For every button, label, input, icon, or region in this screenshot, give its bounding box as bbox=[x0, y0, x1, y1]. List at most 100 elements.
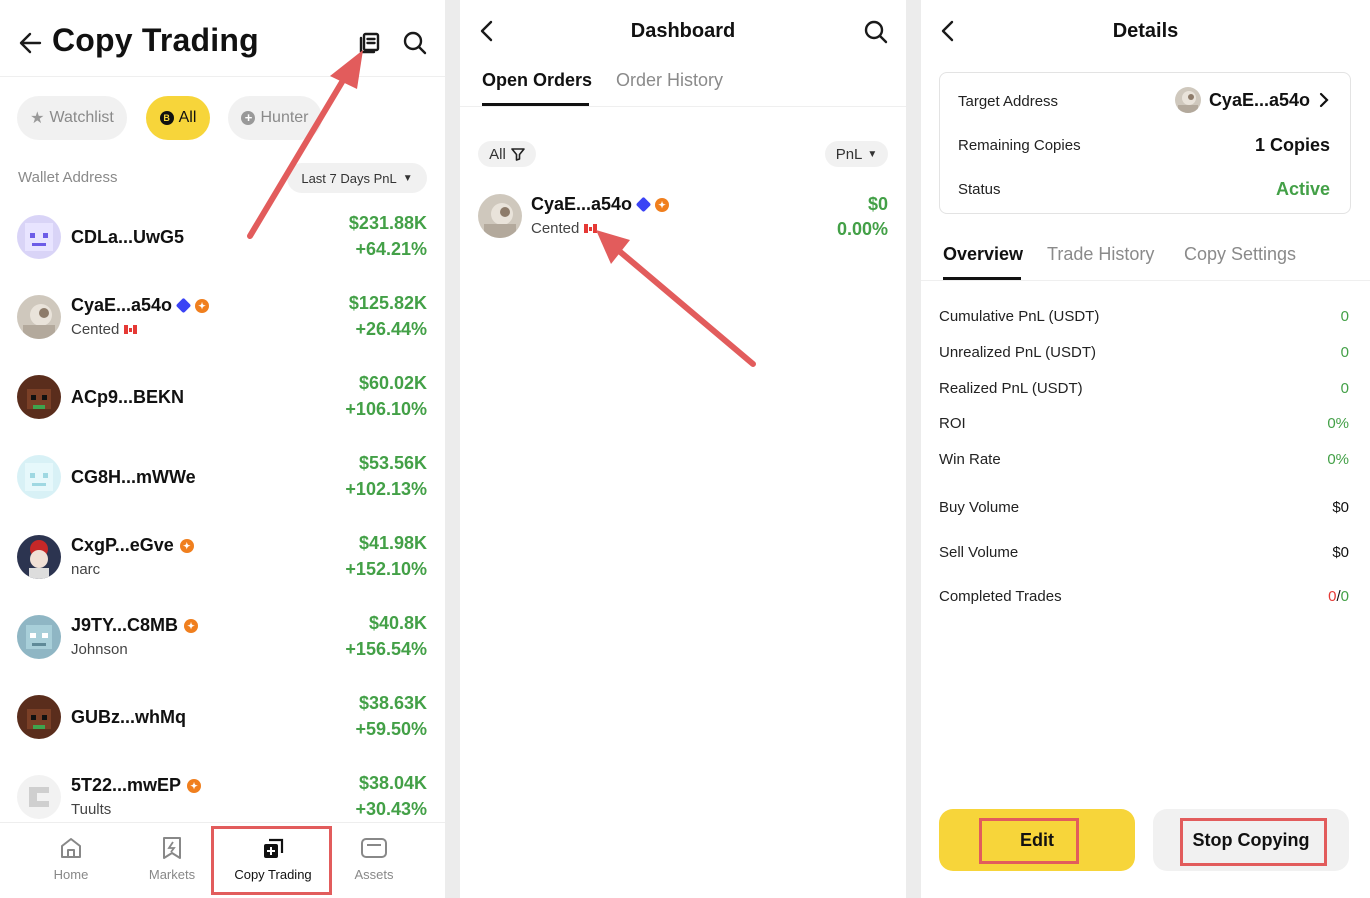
avatar bbox=[1174, 87, 1201, 113]
wallet-row[interactable]: CG8H...mWWe $53.56K +102.13% bbox=[0, 438, 445, 518]
sort-dropdown[interactable]: Last 7 Days PnL ▼ bbox=[287, 163, 427, 193]
filter-all[interactable]: B All bbox=[146, 96, 210, 140]
chevron-right-icon bbox=[1319, 92, 1329, 108]
home-icon bbox=[61, 838, 81, 858]
filter-all-button[interactable]: All bbox=[478, 141, 536, 167]
wallet-pnl-percent: +59.50% bbox=[355, 719, 427, 739]
wallet-row[interactable]: CxgP...eGve ✦ narc $41.98K +152.10% bbox=[0, 518, 445, 598]
wallet-pnl: $38.63K bbox=[358, 693, 427, 713]
wallet-pnl-percent: +106.10% bbox=[345, 399, 427, 419]
wallet-pnl: $125.82K bbox=[348, 293, 427, 313]
wallet-pnl-percent: +30.43% bbox=[355, 799, 427, 819]
tab-copy-settings[interactable]: Copy Settings bbox=[1184, 244, 1296, 265]
nav-markets[interactable]: Markets bbox=[122, 823, 222, 898]
bottom-nav: Home Markets Copy Trading Assets bbox=[0, 822, 445, 898]
wallet-row[interactable]: J9TY...C8MB ✦ Johnson $40.8K +156.54% bbox=[0, 598, 445, 678]
avatar bbox=[17, 615, 61, 659]
tab-trade-history[interactable]: Trade History bbox=[1047, 244, 1154, 265]
copy-trading-icon bbox=[264, 838, 284, 858]
annotation-arrow bbox=[596, 230, 756, 367]
wallet-pnl: $60.02K bbox=[358, 373, 427, 393]
nav-assets[interactable]: Assets bbox=[324, 823, 424, 898]
cumulative-pnl-value: 0 bbox=[1340, 308, 1349, 325]
unrealized-pnl-label: Unrealized PnL (USDT) bbox=[939, 344, 1096, 361]
realized-pnl-value: 0 bbox=[1340, 380, 1349, 397]
status-label: Status bbox=[958, 181, 1001, 198]
dashboard-panel: Dashboard Open Orders Order History All … bbox=[460, 0, 906, 898]
divider bbox=[921, 280, 1370, 281]
tab-open-orders[interactable]: Open Orders bbox=[482, 70, 592, 91]
tab-order-history[interactable]: Order History bbox=[616, 70, 723, 91]
remaining-copies-label: Remaining Copies bbox=[958, 137, 1081, 154]
wallet-pnl-percent: +156.54% bbox=[345, 639, 427, 659]
stop-copying-button[interactable]: Stop Copying bbox=[1153, 809, 1349, 871]
divider bbox=[460, 106, 906, 107]
sell-volume-value: $0 bbox=[1332, 544, 1349, 561]
wallet-name: ACp9...BEKN bbox=[71, 387, 185, 407]
filter-hunter[interactable]: + Hunter bbox=[228, 96, 322, 140]
coin-icon: B bbox=[159, 111, 174, 125]
star-icon: ★ bbox=[30, 110, 45, 127]
realized-pnl-label: Realized PnL (USDT) bbox=[939, 380, 1083, 397]
wallet-row[interactable]: ACp9...BEKN $60.02K +106.10% bbox=[0, 358, 445, 438]
wallet-sub: Cented bbox=[71, 321, 138, 338]
avatar bbox=[17, 455, 61, 499]
wallet-row[interactable]: CyaE...a54o ✦ Cented $125.82K +26.44% bbox=[0, 278, 445, 358]
wallet-sub: Johnson bbox=[71, 641, 128, 658]
back-arrow-icon[interactable] bbox=[18, 30, 44, 56]
avatar bbox=[17, 215, 61, 259]
edit-button[interactable]: Edit bbox=[939, 809, 1135, 871]
page-title: Details bbox=[1112, 20, 1179, 42]
completed-trades-value: 0/0 bbox=[1328, 588, 1349, 605]
order-wallet-name: CyaE...a54o ✦ bbox=[531, 194, 670, 215]
avatar bbox=[17, 535, 61, 579]
wallet-name: CG8H...mWWe bbox=[71, 467, 196, 487]
copy-trading-panel: Copy Trading ★ Watchlist B All + Hunter … bbox=[0, 0, 445, 898]
completed-trades-label: Completed Trades bbox=[939, 588, 1062, 605]
order-wallet-sub: Cented bbox=[531, 220, 598, 237]
verified-diamond-icon bbox=[635, 196, 652, 213]
status-badge: Active bbox=[1275, 179, 1330, 199]
search-icon[interactable] bbox=[863, 19, 889, 45]
wallet-name: CxgP...eGve ✦ bbox=[71, 535, 194, 556]
search-icon[interactable] bbox=[402, 30, 428, 56]
canada-flag-icon bbox=[124, 325, 138, 334]
kol-badge-icon: ✦ bbox=[187, 778, 202, 793]
filter-icon bbox=[511, 148, 525, 161]
wallet-name: 5T22...mwEP ✦ bbox=[71, 775, 202, 796]
wallet-row[interactable]: CDLa...UwG5 $231.88K +64.21% bbox=[0, 198, 445, 278]
wallet-name: J9TY...C8MB ✦ bbox=[71, 615, 199, 636]
sort-pnl-dropdown[interactable]: PnL ▼ bbox=[825, 141, 888, 167]
roi-label: ROI bbox=[939, 415, 966, 432]
tab-overview[interactable]: Overview bbox=[943, 244, 1023, 265]
canada-flag-icon bbox=[584, 224, 598, 233]
wallet-sub: Tuults bbox=[71, 801, 112, 818]
wallet-pnl-percent: +26.44% bbox=[355, 319, 427, 339]
wallet-pnl: $40.8K bbox=[368, 613, 427, 633]
wallet-pnl: $41.98K bbox=[358, 533, 427, 553]
wallet-pnl: $53.56K bbox=[358, 453, 427, 473]
copy-summary-card: Target Address CyaE...a54o Remaining Cop… bbox=[939, 72, 1351, 214]
remaining-copies-value: 1 Copies bbox=[1254, 135, 1330, 155]
markets-icon bbox=[163, 837, 181, 859]
nav-home[interactable]: Home bbox=[21, 823, 121, 898]
wallet-pnl: $38.04K bbox=[358, 773, 427, 793]
nav-copy-trading[interactable]: Copy Trading bbox=[223, 823, 323, 898]
details-panel: Details Target Address CyaE...a54o Remai… bbox=[921, 0, 1370, 898]
orders-icon[interactable] bbox=[358, 31, 382, 55]
wallet-name: CyaE...a54o ✦ bbox=[71, 295, 210, 316]
wallet-name: CDLa...UwG5 bbox=[71, 227, 185, 247]
page-title: Dashboard bbox=[630, 20, 736, 42]
wallet-pnl-percent: +64.21% bbox=[355, 239, 427, 259]
wallet-icon bbox=[361, 838, 387, 858]
target-address-link[interactable]: CyaE...a54o bbox=[1174, 87, 1330, 113]
list-header: Wallet Address bbox=[18, 169, 118, 186]
wallet-row[interactable]: GUBz...whMq $38.63K +59.50% bbox=[0, 678, 445, 758]
order-row[interactable]: CyaE...a54o ✦ Cented $0 0.00% bbox=[460, 188, 906, 248]
order-pnl-percent: 0.00% bbox=[836, 219, 888, 239]
kol-badge-icon: ✦ bbox=[184, 618, 199, 633]
unrealized-pnl-value: 0 bbox=[1340, 344, 1349, 361]
filter-watchlist[interactable]: ★ Watchlist bbox=[17, 96, 127, 140]
kol-badge-icon: ✦ bbox=[195, 298, 210, 313]
roi-value: 0% bbox=[1327, 415, 1349, 432]
